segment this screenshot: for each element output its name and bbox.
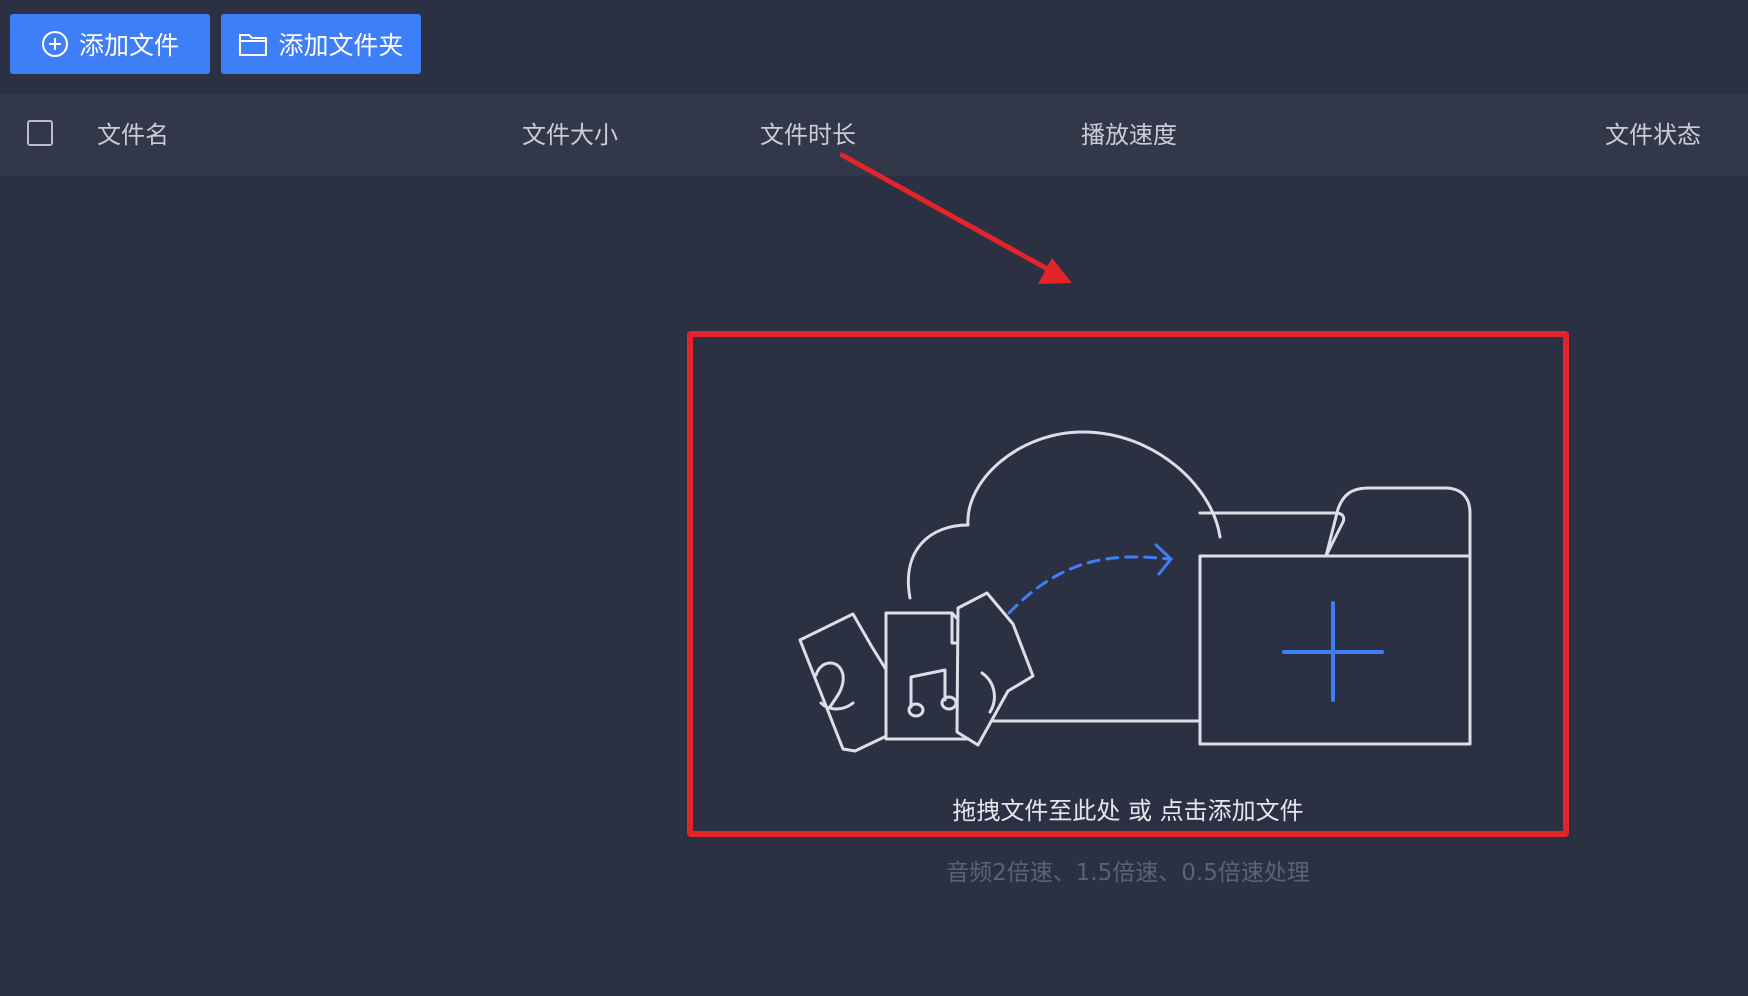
add-file-button[interactable]: 添加文件: [10, 14, 210, 74]
plus-icon: [1282, 601, 1384, 702]
column-header-filename[interactable]: 文件名: [97, 94, 169, 176]
plus-circle-icon: [41, 31, 68, 57]
select-all-checkbox[interactable]: [27, 120, 53, 146]
column-header-status[interactable]: 文件状态: [1605, 94, 1701, 176]
cloud-upload-illustration: [798, 430, 1472, 753]
column-header-duration[interactable]: 文件时长: [760, 94, 856, 176]
toolbar: 添加文件 添加文件夹: [0, 0, 1748, 94]
column-header-speed[interactable]: 播放速度: [1081, 94, 1177, 176]
add-file-label: 添加文件: [78, 31, 179, 60]
column-header-filesize[interactable]: 文件大小: [522, 94, 618, 176]
add-folder-label: 添加文件夹: [278, 31, 404, 60]
add-folder-button[interactable]: 添加文件夹: [221, 14, 421, 74]
folder-icon: [239, 34, 268, 56]
drop-zone[interactable]: 拖拽文件至此处 或 点击添加文件: [693, 337, 1563, 831]
drop-zone-label: 拖拽文件至此处 或 点击添加文件: [952, 797, 1304, 825]
table-header: 文件名 文件大小 文件时长 播放速度 文件状态: [0, 94, 1748, 176]
drop-zone-hint: 音频2倍速、1.5倍速、0.5倍速处理: [946, 860, 1310, 886]
dashed-arrow-icon: [1007, 543, 1174, 615]
